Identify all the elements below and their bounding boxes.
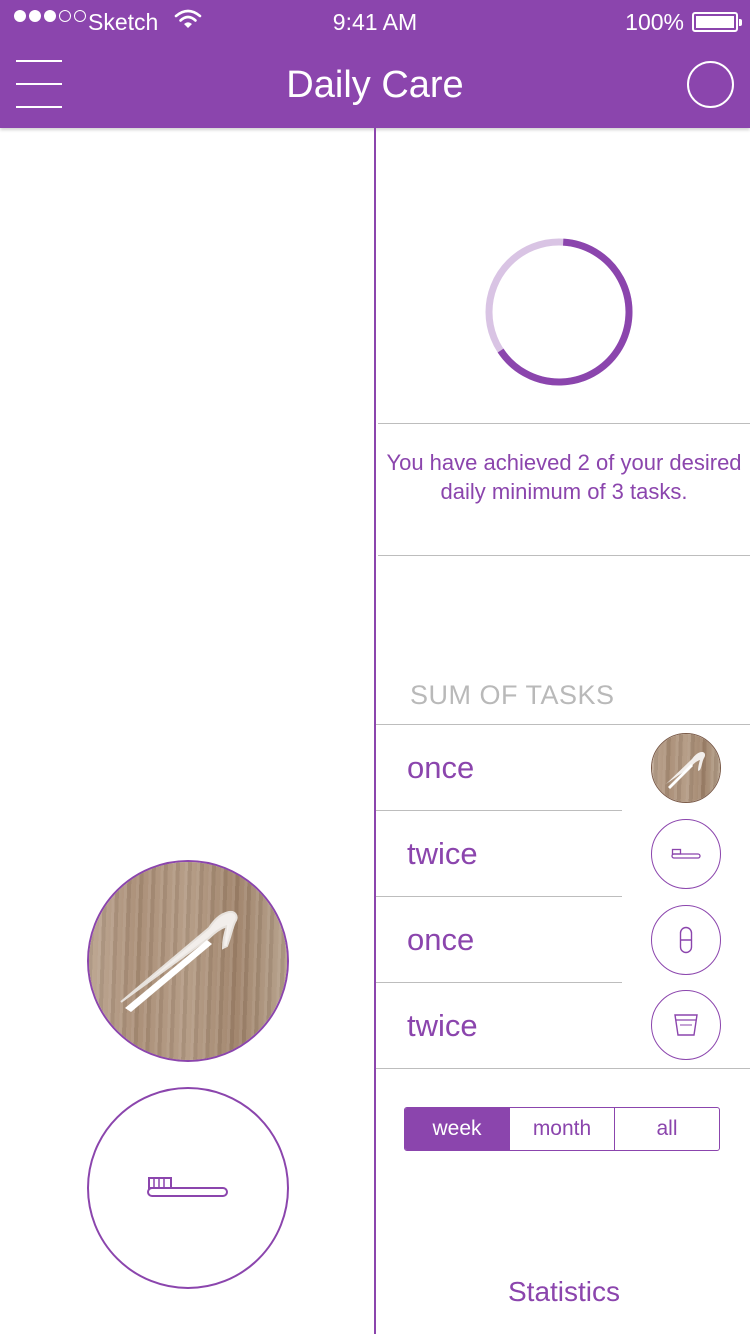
divider [376,982,622,983]
period-week-button[interactable]: week [405,1108,509,1150]
app-header: Sketch 9:41 AM 100% Daily Care [0,0,750,128]
battery-percentage: 100% [625,9,684,35]
divider [376,1068,750,1069]
status-bar: Sketch 9:41 AM 100% [0,0,750,42]
divider [376,896,622,897]
period-all-button[interactable]: all [614,1108,719,1150]
task-count-label: twice [407,1008,478,1043]
period-selector: week month all [404,1107,720,1151]
task-count-label: once [407,922,475,957]
sum-of-tasks-heading: SUM OF TASKS [410,680,615,710]
floss-pick-icon [120,910,238,1012]
panel-divider [374,128,376,1334]
task-count-label: twice [407,836,478,871]
progress-arc [497,238,633,386]
toothbrush-icon [671,848,701,859]
task-row-rinse-icon-button[interactable] [651,990,721,1060]
task-count-label: once [407,750,475,785]
divider [376,810,622,811]
divider [378,555,750,556]
pill-icon [679,926,693,954]
page-title: Daily Care [286,64,464,106]
toothbrush-task-button[interactable] [87,1087,289,1289]
floss-pick-icon [666,752,706,789]
divider [376,724,750,725]
rinse-cup-icon [674,1014,698,1036]
sync-button[interactable] [687,61,734,108]
task-row-pill-icon-button[interactable] [651,905,721,975]
toothbrush-icon [147,1177,228,1197]
battery-icon [692,12,742,32]
achievement-message: You have achieved 2 of your desired dail… [386,450,742,504]
task-row-floss-icon-button[interactable] [651,733,721,803]
statistics-label[interactable]: Statistics [378,1276,750,1308]
divider [378,423,750,424]
floss-task-button[interactable] [87,860,289,1062]
daily-progress-ring [485,238,633,386]
task-row-toothbrush-icon-button[interactable] [651,819,721,889]
period-month-button[interactable]: month [509,1108,614,1150]
